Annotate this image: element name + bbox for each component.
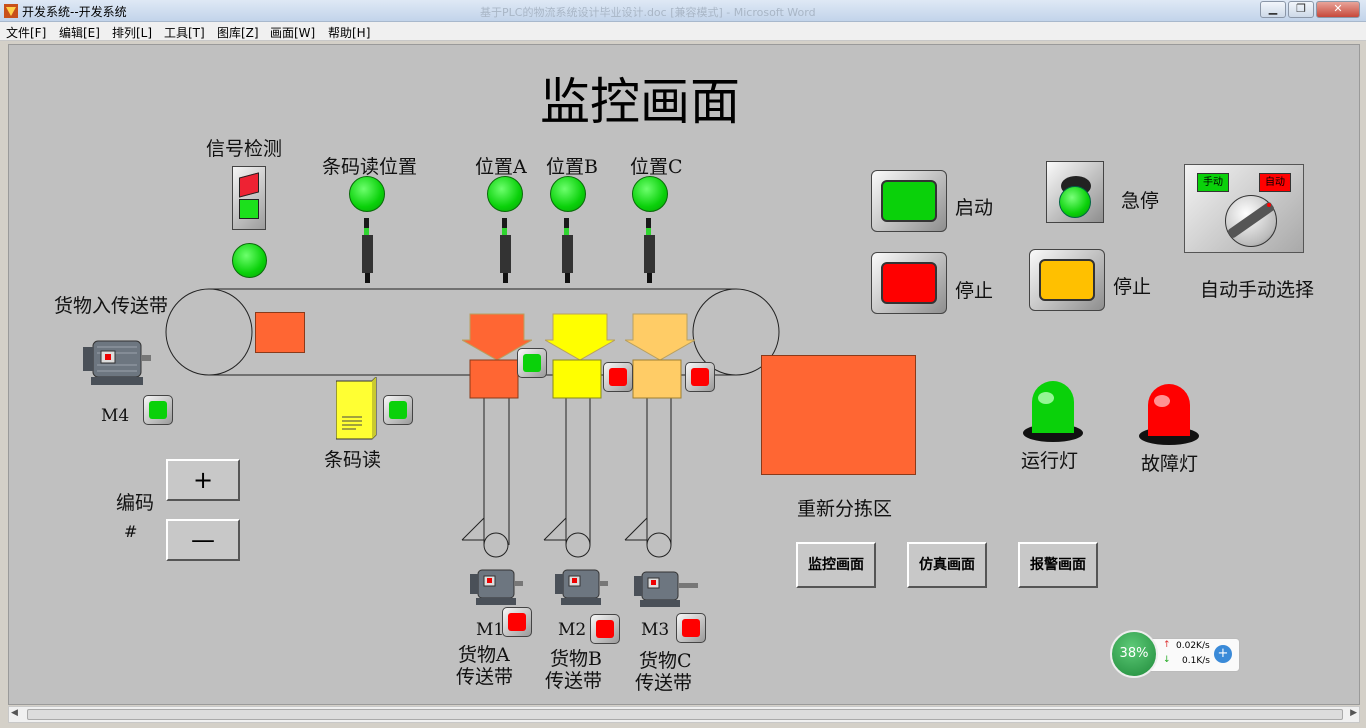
belt-c-label-2: 传送带 <box>635 672 693 694</box>
barcode-reader-label: 条码读 <box>324 449 382 471</box>
scroll-right-icon[interactable]: ▶ <box>1350 708 1357 718</box>
barcode-position-led <box>349 176 385 212</box>
nav-simulation-button[interactable]: 仿真画面 <box>907 542 987 588</box>
auto-indicator: 自动 <box>1259 173 1291 192</box>
nav-alarm-button[interactable]: 报警画面 <box>1018 542 1098 588</box>
sensor-icon <box>500 218 511 283</box>
network-speed-widget[interactable]: 38% ↑ 0.02K/s ↓ 0.1K/s + <box>1110 630 1240 678</box>
horizontal-scrollbar[interactable]: ◀ ▶ <box>8 706 1360 723</box>
pusher-a-lamp <box>517 348 547 378</box>
resort-area-label: 重新分拣区 <box>797 498 893 520</box>
encode-minus-button[interactable]: — <box>166 519 240 561</box>
run-lamp-icon <box>1023 381 1083 442</box>
sensor-icon <box>644 218 655 283</box>
m3-status-lamp <box>676 613 706 643</box>
position-a-label: 位置A <box>475 156 527 178</box>
motor-m3-icon <box>634 571 698 607</box>
motor-m1-icon <box>470 569 523 605</box>
pusher-c-lamp <box>685 362 715 392</box>
m1-label: M1 <box>476 620 505 640</box>
m1-status-lamp <box>502 607 532 637</box>
cargo-in-belt-label: 货物入传送带 <box>54 295 169 317</box>
hash-label: # <box>124 522 138 541</box>
stop2-label: 停止 <box>1113 276 1152 298</box>
barcode-reader-icon <box>336 377 377 440</box>
manual-indicator: 手动 <box>1197 173 1229 192</box>
stop-label: 停止 <box>955 280 994 302</box>
plus-icon[interactable]: + <box>1214 645 1232 663</box>
scroll-left-icon[interactable]: ◀ <box>11 708 18 718</box>
start-label: 启动 <box>955 197 994 219</box>
sensor-icon <box>562 218 573 283</box>
m2-label: M2 <box>558 620 587 640</box>
pusher-b-lamp <box>603 362 633 392</box>
upload-speed: 0.02K/s <box>1176 641 1210 651</box>
signal-detect-switch[interactable] <box>232 166 266 230</box>
page-title: 监控画面 <box>540 73 740 131</box>
estop-label: 急停 <box>1121 190 1160 212</box>
cargo-box <box>255 312 305 353</box>
emergency-stop-button[interactable] <box>1046 161 1104 223</box>
stop-button[interactable] <box>871 252 947 314</box>
resort-area-box <box>761 355 916 475</box>
position-c-led <box>632 176 668 212</box>
position-c-label: 位置C <box>630 156 683 178</box>
position-b-led <box>550 176 586 212</box>
upload-arrow-icon: ↑ <box>1163 640 1171 650</box>
m2-status-lamp <box>590 614 620 644</box>
m4-status-lamp <box>143 395 173 425</box>
barcode-read-position-label: 条码读位置 <box>322 156 418 178</box>
download-arrow-icon: ↓ <box>1163 655 1171 665</box>
stop2-button[interactable] <box>1029 249 1105 311</box>
motor-m2-icon <box>555 569 608 605</box>
encode-label: 编码 <box>116 492 155 514</box>
position-b-label: 位置B <box>546 156 598 178</box>
m4-label: M4 <box>101 406 130 426</box>
scroll-thumb[interactable] <box>27 709 1343 720</box>
fault-lamp-icon <box>1139 384 1199 445</box>
auto-manual-selector[interactable]: 手动 自动 <box>1184 164 1304 253</box>
encode-plus-button[interactable]: + <box>166 459 240 501</box>
sensor-icon <box>362 218 373 283</box>
signal-detect-led <box>232 243 267 278</box>
belt-b-label-2: 传送带 <box>545 670 603 692</box>
fault-lamp-label: 故障灯 <box>1141 453 1199 475</box>
nav-monitor-button[interactable]: 监控画面 <box>796 542 876 588</box>
auto-manual-label: 自动手动选择 <box>1200 279 1315 301</box>
run-lamp-label: 运行灯 <box>1021 450 1079 472</box>
m3-label: M3 <box>641 620 670 640</box>
position-a-led <box>487 176 523 212</box>
net-percent: 38% <box>1110 630 1158 678</box>
barcode-reader-lamp <box>383 395 413 425</box>
belt-a-label-2: 传送带 <box>456 666 514 688</box>
signal-detect-label: 信号检测 <box>206 138 283 160</box>
motor-m4-icon <box>83 340 151 385</box>
start-button[interactable] <box>871 170 947 232</box>
download-speed: 0.1K/s <box>1182 656 1210 666</box>
